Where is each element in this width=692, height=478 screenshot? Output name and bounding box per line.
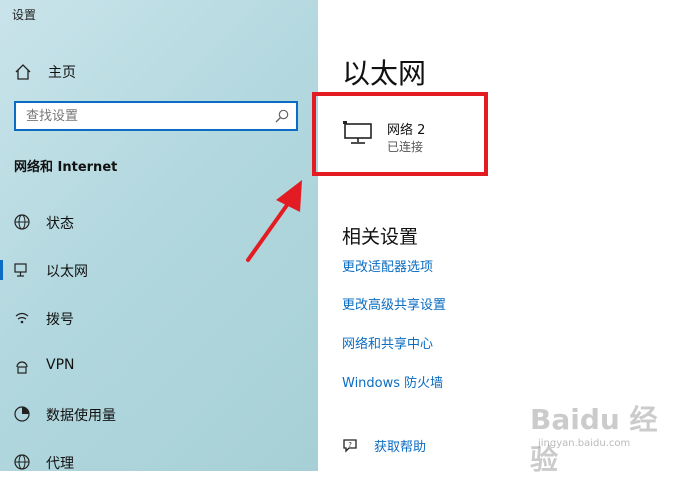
- network-status: 已连接: [387, 140, 424, 154]
- get-help-label: 获取帮助: [374, 440, 427, 455]
- globe-icon: [14, 214, 30, 230]
- sidebar-item-label: 数据使用量: [46, 408, 116, 424]
- sidebar-item-proxy[interactable]: 代理: [0, 448, 300, 471]
- globe-icon: [14, 454, 30, 470]
- network-name: 网络 2: [387, 123, 426, 138]
- related-settings-title: 相关设置: [342, 226, 419, 248]
- search-input[interactable]: [24, 107, 268, 125]
- baidu-watermark: Baidu 经验 jingyan.baidu.com: [530, 398, 670, 476]
- annotation-arrow: [246, 180, 302, 262]
- selection-indicator: [0, 260, 3, 280]
- dialup-icon: [15, 312, 29, 324]
- link-windows-firewall[interactable]: Windows 防火墙: [342, 372, 443, 391]
- app-title: 设置: [12, 8, 37, 22]
- home-icon: [15, 64, 31, 80]
- sidebar-item-dialup[interactable]: 拨号: [0, 304, 300, 332]
- sidebar: 设置 主页 网络和 Internet 状态 以太网: [0, 0, 318, 471]
- search-icon[interactable]: [274, 108, 290, 124]
- sidebar-item-data-usage[interactable]: 数据使用量: [0, 400, 300, 428]
- data-usage-icon: [14, 406, 30, 422]
- network-monitor-icon: [343, 121, 372, 144]
- sidebar-item-label: VPN: [46, 357, 75, 373]
- sidebar-item-label: 拨号: [46, 312, 74, 328]
- vpn-icon: [16, 361, 28, 374]
- sidebar-item-label: 状态: [46, 216, 74, 232]
- sidebar-item-vpn[interactable]: VPN: [0, 352, 300, 380]
- network-card[interactable]: 网络 2 已连接: [312, 92, 488, 176]
- link-advanced-sharing[interactable]: 更改高级共享设置: [342, 294, 446, 313]
- page-title: 以太网: [342, 57, 427, 90]
- sidebar-item-label: 代理: [46, 456, 74, 471]
- nav-home[interactable]: 主页: [14, 60, 294, 84]
- link-change-adapter-options[interactable]: 更改适配器选项: [342, 256, 433, 275]
- link-network-sharing-center[interactable]: 网络和共享中心: [342, 333, 433, 352]
- watermark-url: jingyan.baidu.com: [538, 438, 631, 449]
- ethernet-icon: [14, 263, 27, 277]
- section-title: 网络和 Internet: [14, 160, 118, 175]
- svg-text:?: ?: [348, 441, 352, 449]
- nav-home-label: 主页: [48, 65, 76, 81]
- sidebar-item-label: 以太网: [46, 264, 88, 280]
- help-chat-icon: ?: [343, 438, 357, 453]
- get-help[interactable]: ? 获取帮助: [342, 436, 426, 455]
- search-box[interactable]: [14, 101, 298, 131]
